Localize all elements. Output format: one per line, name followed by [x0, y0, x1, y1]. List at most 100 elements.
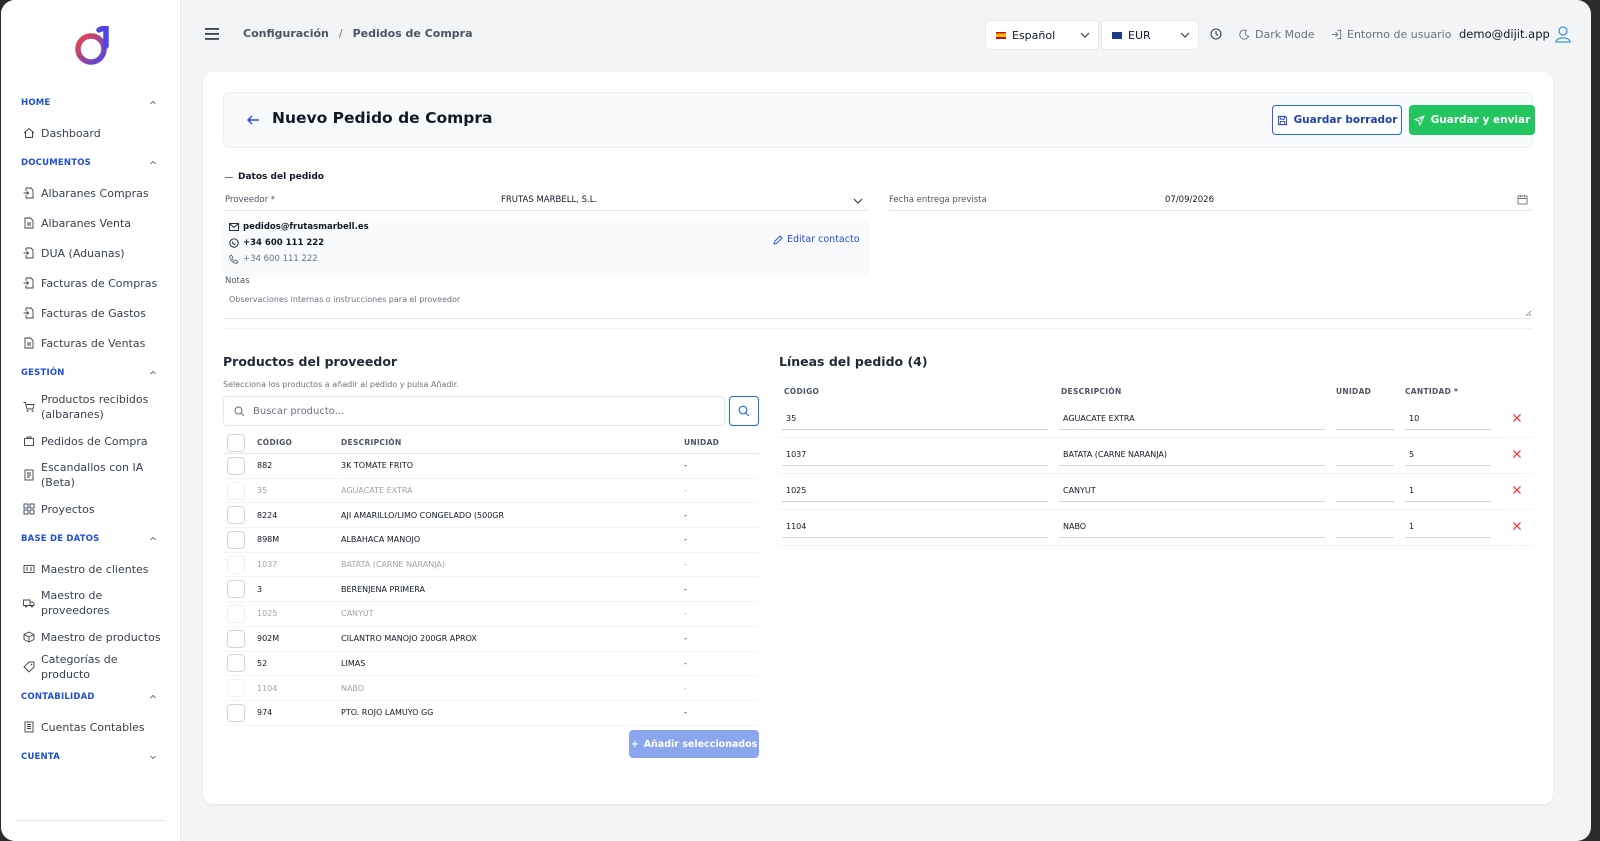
arrow-left-icon[interactable]: [246, 113, 260, 127]
row-checkbox: [227, 604, 245, 623]
line-description-input[interactable]: NABO: [1059, 518, 1325, 538]
document-in-icon: [23, 277, 35, 289]
product-search-input[interactable]: Buscar producto...: [223, 396, 725, 426]
table-row[interactable]: 3 BERENJENA PRIMERA -: [223, 577, 759, 603]
delete-line-icon[interactable]: [1512, 521, 1522, 531]
sidebar-section-documentos[interactable]: DOCUMENTOS: [1, 148, 181, 178]
table-header: CÓDIGO DESCRIPCIÓN UNIDAD CANTIDAD *: [779, 380, 1533, 402]
sidebar-item-facturas-de-gastos[interactable]: Facturas de Gastos: [1, 298, 181, 328]
sidebar-item-maestro-de-proveedores[interactable]: Maestro de proveedores: [1, 584, 181, 622]
delivery-date-underline: [889, 210, 1533, 211]
save-and-send-label: Guardar y enviar: [1430, 114, 1531, 126]
save-and-send-button[interactable]: Guardar y enviar: [1409, 105, 1535, 135]
line-code-input[interactable]: 1025: [782, 482, 1048, 502]
chevron-down-icon[interactable]: [853, 196, 863, 206]
document-in-icon: [23, 187, 35, 199]
menu-icon[interactable]: [205, 28, 219, 40]
product-search-button[interactable]: [729, 396, 759, 426]
breadcrumb-item-configuracion[interactable]: Configuración: [243, 27, 329, 40]
select-all-checkbox[interactable]: [227, 433, 245, 452]
table-row: 1104 NABO -: [223, 676, 759, 701]
supplier-products-subtitle: Selecciona los productos a añadir al ped…: [223, 380, 459, 389]
line-quantity-input[interactable]: 1: [1405, 518, 1491, 538]
sidebar-item-pedidos-de-compra[interactable]: Pedidos de Compra: [1, 426, 181, 456]
delivery-date-input[interactable]: 07/09/2026: [1165, 195, 1214, 205]
sidebar-section-label: HOME: [21, 98, 51, 108]
dark-mode-toggle[interactable]: Dark Mode: [1239, 28, 1315, 41]
delete-line-icon[interactable]: [1512, 413, 1522, 423]
notes-textarea[interactable]: Observaciones internas o instrucciones p…: [229, 295, 460, 304]
line-quantity-input[interactable]: 10: [1405, 410, 1491, 430]
line-code-input[interactable]: 1037: [782, 446, 1048, 466]
sidebar-item-maestro-de-clientes[interactable]: Maestro de clientes: [1, 554, 181, 584]
table-row[interactable]: 902M CILANTRO MANOJO 200GR APROX -: [223, 627, 759, 652]
sidebar-item-categorias-de-producto[interactable]: Categorías de producto: [1, 652, 181, 682]
delete-line-icon[interactable]: [1512, 449, 1522, 459]
line-description-input[interactable]: BATATA (CARNE NARANJA): [1059, 446, 1325, 466]
delete-line-icon[interactable]: [1512, 485, 1522, 495]
edit-contact-button[interactable]: Editar contacto: [773, 234, 860, 245]
line-code-input[interactable]: 35: [782, 410, 1048, 430]
resize-handle-icon[interactable]: [1525, 310, 1532, 317]
line-unit-input[interactable]: [1336, 410, 1394, 430]
sidebar-section-cuenta[interactable]: CUENTA: [1, 742, 181, 772]
currency-select[interactable]: EUR: [1101, 20, 1199, 50]
sidebar-item-cuentas-contables[interactable]: Cuentas Contables: [1, 712, 181, 742]
sidebar-item-dua-aduanas[interactable]: DUA (Aduanas): [1, 238, 181, 268]
line-unit-input[interactable]: [1336, 446, 1394, 466]
sidebar-item-facturas-de-ventas[interactable]: Facturas de Ventas: [1, 328, 181, 358]
supplier-products-title: Productos del proveedor: [223, 354, 398, 369]
user-email[interactable]: demo@dijit.app: [1459, 27, 1550, 41]
row-checkbox[interactable]: [227, 506, 245, 525]
row-checkbox[interactable]: [227, 456, 245, 475]
sidebar-item-albaranes-venta[interactable]: Albaranes Venta: [1, 208, 181, 238]
sidebar-item-escandallos-con-ia-beta[interactable]: Escandallos con IA (Beta): [1, 456, 181, 494]
user-avatar-icon[interactable]: [1555, 26, 1571, 43]
line-code-input[interactable]: 1104: [782, 518, 1048, 538]
line-description-input[interactable]: AGUACATE EXTRA: [1059, 410, 1325, 430]
sidebar-item-productos-recibidos-albaranes[interactable]: Productos recibidos (albaranes): [1, 388, 181, 426]
sidebar-item-maestro-de-productos[interactable]: Maestro de productos: [1, 622, 181, 652]
save-draft-button[interactable]: Guardar borrador: [1272, 105, 1402, 135]
supplier-label: Proveedor *: [225, 195, 276, 205]
supplier-select-value[interactable]: FRUTAS MARBELL, S.L.: [501, 195, 597, 205]
clock-icon[interactable]: [1210, 28, 1222, 40]
sidebar-section-contabilidad[interactable]: CONTABILIDAD: [1, 682, 181, 712]
row-checkbox[interactable]: [227, 654, 245, 673]
chevron-down-icon: [1080, 32, 1090, 38]
calendar-icon[interactable]: [1517, 194, 1528, 205]
language-select[interactable]: Español: [985, 20, 1099, 50]
line-unit-input[interactable]: [1336, 482, 1394, 502]
row-checkbox[interactable]: [227, 629, 245, 648]
order-data-section-title[interactable]: Datos del pedido: [225, 172, 324, 182]
sidebar-item-proyectos[interactable]: Proyectos: [1, 494, 181, 524]
search-icon: [738, 405, 750, 417]
table-row[interactable]: 8224 AJI AMARILLO/LIMO CONGELADO (500GR -: [223, 503, 759, 529]
row-checkbox[interactable]: [227, 703, 245, 722]
truck-icon: [23, 597, 35, 609]
send-icon: [1413, 114, 1425, 126]
product-description: 3K TOMATE FRITO: [341, 461, 414, 471]
add-selected-button[interactable]: + Añadir seleccionados: [629, 730, 759, 758]
row-checkbox[interactable]: [227, 530, 245, 549]
sidebar-item-facturas-de-compras[interactable]: Facturas de Compras: [1, 268, 181, 298]
product-code: 882: [257, 461, 273, 471]
line-quantity-input[interactable]: 1: [1405, 482, 1491, 502]
sidebar-section-gestion[interactable]: GESTIÓN: [1, 358, 181, 388]
line-unit-input[interactable]: [1336, 518, 1394, 538]
sidebar-item-dashboard[interactable]: Dashboard: [1, 118, 181, 148]
table-row[interactable]: 974 PTO. ROJO LAMUYO GG -: [223, 701, 759, 726]
line-description-input[interactable]: CANYUT: [1059, 482, 1325, 502]
user-environment-link[interactable]: Entorno de usuario: [1331, 28, 1451, 41]
table-row[interactable]: 898M ALBAHACA MANOJO -: [223, 528, 759, 553]
sidebar-section-home[interactable]: HOME: [1, 88, 181, 118]
row-checkbox[interactable]: [227, 580, 245, 599]
line-quantity-input[interactable]: 5: [1405, 446, 1491, 466]
sidebar-item-albaranes-compras[interactable]: Albaranes Compras: [1, 178, 181, 208]
table-row: 1037 BATATA (CARNE NARANJA) 5: [779, 438, 1533, 474]
chevron-down-icon: [1180, 32, 1190, 38]
app-logo[interactable]: [73, 26, 113, 66]
sidebar-section-base-de-datos[interactable]: BASE DE DATOS: [1, 524, 181, 554]
table-row[interactable]: 882 3K TOMATE FRITO -: [223, 454, 759, 479]
table-row[interactable]: 52 LIMAS -: [223, 652, 759, 677]
